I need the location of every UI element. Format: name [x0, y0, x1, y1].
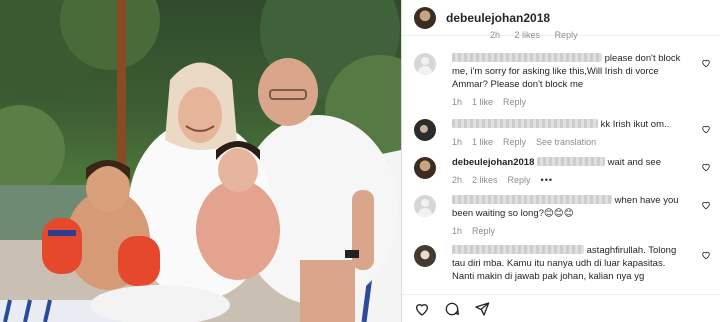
- comment-time: 1h: [452, 137, 463, 147]
- comment-meta: 2h 2 likes Reply •••: [452, 174, 714, 187]
- reply-link[interactable]: Reply: [503, 136, 526, 149]
- comment-likes[interactable]: 2 likes: [472, 174, 498, 187]
- see-translation-link[interactable]: See translation: [536, 136, 596, 149]
- comment-text: astaghfirullah. Tolong tau diri mba. Kam…: [452, 245, 677, 282]
- redacted-username: [452, 195, 612, 204]
- heart-icon[interactable]: [701, 124, 711, 134]
- reply-link[interactable]: Reply: [472, 225, 495, 238]
- reply-link[interactable]: Reply: [508, 174, 531, 187]
- comment-meta: 1h Reply: [452, 225, 714, 238]
- post-username[interactable]: debeulejohan2018: [446, 11, 550, 25]
- comment-time: 2h: [452, 175, 463, 185]
- heart-icon[interactable]: [701, 200, 711, 210]
- comment-text: kk Irish ikut om..: [452, 118, 714, 131]
- reply-link[interactable]: Reply: [555, 30, 578, 40]
- heart-icon[interactable]: [701, 58, 711, 68]
- family-photo-illustration: [0, 0, 401, 322]
- heart-icon[interactable]: [701, 162, 711, 172]
- comment-likes[interactable]: 2 likes: [515, 30, 541, 40]
- comment-likes[interactable]: 1 like: [472, 96, 493, 109]
- owner-avatar-icon[interactable]: [414, 157, 436, 179]
- dark-avatar-icon[interactable]: [414, 119, 436, 141]
- comment-item: when have you been waiting so long?😊😊😊 1…: [414, 194, 714, 238]
- comment-meta: 1h 1 like Reply: [452, 96, 714, 109]
- owner-avatar[interactable]: [414, 6, 436, 29]
- comment-text: debeulejohan2018 wait and see: [452, 157, 661, 168]
- comment-time: 1h: [452, 226, 463, 236]
- comments-panel: debeulejohan2018 2h 2 likes Reply please…: [401, 0, 720, 322]
- comment-time: 1h: [452, 97, 463, 107]
- redacted-mention: [537, 157, 606, 166]
- redacted-username: [452, 53, 602, 62]
- share-send-icon[interactable]: [474, 301, 490, 317]
- comment-time: 2h: [490, 30, 501, 40]
- like-heart-icon[interactable]: [414, 301, 430, 317]
- redacted-username: [452, 119, 598, 128]
- reply-link[interactable]: Reply: [503, 96, 526, 109]
- post-action-bar: [402, 294, 720, 322]
- comment-item: kk Irish ikut om.. 1h 1 like Reply See t…: [414, 118, 714, 149]
- previous-comment-meta: 2h 2 likes Reply: [490, 30, 590, 40]
- redacted-username: [452, 245, 584, 254]
- light-avatar-icon[interactable]: [414, 245, 436, 267]
- comment-item-owner: debeulejohan2018 wait and see 2h 2 likes…: [414, 156, 714, 187]
- default-avatar-icon[interactable]: [414, 53, 436, 75]
- heart-icon[interactable]: [701, 250, 711, 260]
- post-photo: [0, 0, 401, 322]
- comment-meta: 1h 1 like Reply See translation: [452, 136, 714, 149]
- comment-username[interactable]: debeulejohan2018: [452, 157, 534, 168]
- comment-text: please don't block me, i'm sorry for ask…: [452, 53, 681, 90]
- more-options-icon[interactable]: •••: [541, 174, 553, 187]
- comment-text: when have you been waiting so long?😊😊😊: [452, 195, 679, 219]
- comment-bubble-icon[interactable]: [444, 301, 460, 317]
- default-avatar-icon[interactable]: [414, 195, 436, 217]
- comment-likes[interactable]: 1 like: [472, 136, 493, 149]
- comment-item: astaghfirullah. Tolong tau diri mba. Kam…: [414, 244, 714, 283]
- comment-item: please don't block me, i'm sorry for ask…: [414, 52, 714, 109]
